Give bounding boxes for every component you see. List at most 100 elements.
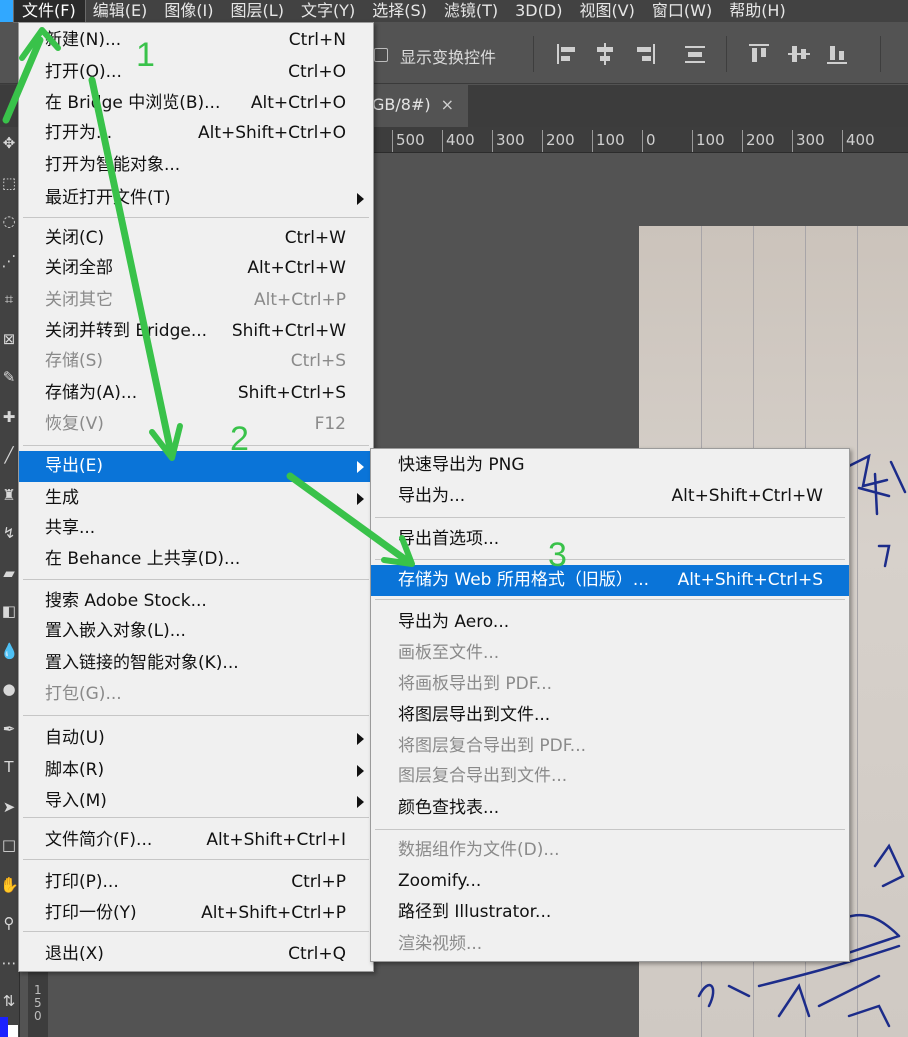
- file-menu-item[interactable]: 打开(O)... Ctrl+O: [19, 57, 373, 88]
- file-menu-item[interactable]: 打开为智能对象...: [19, 150, 373, 181]
- close-tab-icon[interactable]: ×: [441, 85, 454, 125]
- file-menu-item[interactable]: 自动(U): [19, 723, 373, 754]
- file-menu-item[interactable]: 关闭全部 Alt+Ctrl+W: [19, 253, 373, 284]
- eraser-tool-icon[interactable]: ▰: [0, 562, 18, 584]
- file-menu-item-label: 搜索 Adobe Stock...: [45, 591, 207, 611]
- align-right-edges-icon[interactable]: [632, 41, 658, 67]
- pen-tool-icon[interactable]: ✒: [0, 718, 18, 740]
- file-menu-item[interactable]: 在 Behance 上共享(D)...: [19, 544, 373, 575]
- file-menu-item[interactable]: 打印一份(Y) Alt+Shift+Ctrl+P: [19, 898, 373, 929]
- file-menu-item[interactable]: 打印(P)... Ctrl+P: [19, 867, 373, 898]
- file-menu-item[interactable]: 打开为... Alt+Shift+Ctrl+O: [19, 118, 373, 149]
- file-menu-item[interactable]: 关闭(C) Ctrl+W: [19, 223, 373, 254]
- stamp-tool-icon[interactable]: ♜: [0, 484, 18, 506]
- export-menu-item[interactable]: 颜色查找表...: [371, 793, 849, 824]
- foreground-color-swatch[interactable]: [0, 1017, 8, 1037]
- align-left-edges-icon[interactable]: [554, 41, 580, 67]
- export-menu-item[interactable]: 导出为 Aero...: [371, 607, 849, 638]
- gradient-tool-icon[interactable]: ◧: [0, 600, 18, 622]
- align-vertical-centers-icon[interactable]: [786, 41, 812, 67]
- file-menu-item-label: 文件简介(F)...: [45, 830, 153, 850]
- file-menu-item[interactable]: 生成: [19, 483, 373, 514]
- more-tools-icon[interactable]: ⋯: [0, 952, 18, 974]
- brush-tool-icon[interactable]: ╱: [0, 444, 18, 466]
- marquee-tool-icon[interactable]: ⬚: [0, 172, 18, 194]
- file-menu-item-label: 打开为...: [45, 123, 113, 143]
- menu-separator: [375, 599, 845, 600]
- export-menu-item[interactable]: 快速导出为 PNG: [371, 450, 849, 481]
- export-menu-item[interactable]: 存储为 Web 所用格式（旧版）... Alt+Shift+Ctrl+S: [371, 565, 849, 596]
- type-tool-icon[interactable]: T: [0, 756, 18, 778]
- file-menu-item[interactable]: 存储为(A)... Shift+Ctrl+S: [19, 378, 373, 409]
- submenu-arrow-icon: [357, 493, 364, 505]
- eyedropper-tool-icon[interactable]: ✎: [0, 366, 18, 388]
- menu-select[interactable]: 选择(S): [364, 0, 436, 22]
- crop-tool-icon[interactable]: ⌗: [0, 288, 18, 310]
- file-menu-item[interactable]: 搜索 Adobe Stock...: [19, 586, 373, 617]
- submenu-arrow-icon: [357, 461, 364, 473]
- file-menu-item[interactable]: 置入链接的智能对象(K)...: [19, 648, 373, 679]
- ruler-tick-label: 300: [492, 130, 525, 152]
- move-tool-icon[interactable]: ✥: [0, 132, 18, 154]
- ruler-tick-label: 200: [742, 130, 775, 152]
- menu-3d[interactable]: 3D(D): [507, 0, 571, 22]
- healing-tool-icon[interactable]: ✚: [0, 406, 18, 428]
- align-horizontal-centers-icon[interactable]: [592, 41, 618, 67]
- lasso-tool-icon[interactable]: ◌: [0, 210, 18, 232]
- file-menu-item-shortcut: Alt+Shift+Ctrl+O: [197, 123, 346, 143]
- file-menu-item[interactable]: 导出(E): [19, 451, 373, 482]
- document-tab[interactable]: GB/8#) ×: [360, 85, 468, 127]
- menu-type[interactable]: 文字(Y): [293, 0, 364, 22]
- export-submenu: 快速导出为 PNG 导出为... Alt+Shift+Ctrl+W 导出首选项... 存…: [370, 448, 850, 962]
- file-menu-item[interactable]: 关闭并转到 Bridge... Shift+Ctrl+W: [19, 316, 373, 347]
- file-menu-item: 存储(S) Ctrl+S: [19, 346, 373, 377]
- file-menu-item[interactable]: 脚本(R): [19, 755, 373, 786]
- zoom-tool-icon[interactable]: ⚲: [0, 912, 18, 934]
- history-brush-tool-icon[interactable]: ↯: [0, 522, 18, 544]
- file-menu-item[interactable]: 新建(N)... Ctrl+N: [19, 25, 373, 56]
- rectangle-tool-icon[interactable]: □: [0, 834, 18, 856]
- file-menu-item[interactable]: 置入嵌入对象(L)...: [19, 616, 373, 647]
- file-menu-item-label: 最近打开文件(T): [45, 188, 171, 208]
- file-menu-item-shortcut: Ctrl+S: [290, 351, 346, 371]
- export-menu-item-label: 渲染视频...: [398, 934, 483, 954]
- swap-colors-icon[interactable]: ⇅: [0, 990, 18, 1012]
- dodge-tool-icon[interactable]: ●: [0, 678, 18, 700]
- file-menu-item[interactable]: 共享...: [19, 513, 373, 544]
- file-menu-item-shortcut: Alt+Ctrl+O: [250, 93, 346, 113]
- menu-file[interactable]: 文件(F): [13, 0, 86, 23]
- menu-filter[interactable]: 滤镜(T): [436, 0, 507, 22]
- distribute-icon[interactable]: [682, 41, 708, 67]
- file-menu-item[interactable]: 最近打开文件(T): [19, 183, 373, 214]
- file-menu-item[interactable]: 在 Bridge 中浏览(B)... Alt+Ctrl+O: [19, 88, 373, 119]
- menu-image[interactable]: 图像(I): [156, 0, 222, 22]
- export-menu-item[interactable]: 路径到 Illustrator...: [371, 897, 849, 928]
- menu-edit[interactable]: 编辑(E): [85, 0, 157, 22]
- quick-select-tool-icon[interactable]: ⋰: [0, 250, 18, 272]
- export-menu-item[interactable]: 将图层导出到文件...: [371, 700, 849, 731]
- align-top-edges-icon[interactable]: [746, 41, 772, 67]
- menu-view[interactable]: 视图(V): [571, 0, 643, 22]
- show-transform-controls-checkbox[interactable]: [374, 48, 388, 62]
- path-select-tool-icon[interactable]: ➤: [0, 796, 18, 818]
- hand-tool-icon[interactable]: ✋: [0, 874, 19, 896]
- ruler-tick-label: 0: [642, 130, 656, 152]
- export-menu-item[interactable]: 导出首选项...: [371, 524, 849, 555]
- divider: [880, 36, 881, 72]
- menu-window[interactable]: 窗口(W): [644, 0, 721, 22]
- app-logo-icon: [0, 0, 14, 22]
- file-menu-item[interactable]: 退出(X) Ctrl+Q: [19, 939, 373, 970]
- frame-tool-icon[interactable]: ⊠: [0, 328, 18, 350]
- file-menu-item[interactable]: 文件简介(F)... Alt+Shift+Ctrl+I: [19, 825, 373, 856]
- blur-tool-icon[interactable]: 💧: [0, 640, 19, 662]
- file-menu-item-label: 存储为(A)...: [45, 383, 138, 403]
- ruler-tick-label: 100: [592, 130, 625, 152]
- ruler-tick-label: 500: [392, 130, 425, 152]
- align-bottom-edges-icon[interactable]: [824, 41, 850, 67]
- file-menu-item[interactable]: 导入(M): [19, 786, 373, 817]
- background-color-swatch[interactable]: [8, 1025, 18, 1037]
- menu-layer[interactable]: 图层(L): [223, 0, 293, 22]
- export-menu-item[interactable]: 导出为... Alt+Shift+Ctrl+W: [371, 481, 849, 512]
- menu-help[interactable]: 帮助(H): [721, 0, 795, 22]
- export-menu-item[interactable]: Zoomify...: [371, 866, 849, 897]
